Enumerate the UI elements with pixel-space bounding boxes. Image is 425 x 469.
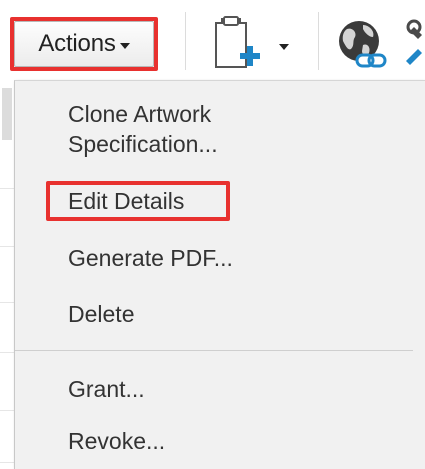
menu-item-label-line1: Clone Artwork [68, 101, 212, 127]
new-document-button[interactable] [210, 15, 300, 73]
toolbar: Actions [0, 0, 425, 80]
menu-item-clone-artwork-specification[interactable]: Clone Artwork Specification... [68, 99, 218, 159]
menu-item-revoke[interactable]: Revoke... [68, 426, 165, 456]
row-line [0, 246, 14, 247]
toolbar-divider [318, 12, 319, 70]
menu-item-label: Generate PDF... [68, 245, 233, 271]
menu-divider [15, 350, 413, 351]
row-line [0, 302, 14, 303]
web-link-icon [339, 21, 387, 68]
menu-item-label: Delete [68, 301, 135, 327]
scroll-thumb [2, 88, 12, 140]
menu-item-label: Edit Details [68, 188, 185, 214]
partial-icon[interactable] [404, 15, 425, 75]
background-page-strip [0, 80, 14, 469]
menu-item-label-line2: Specification... [68, 131, 218, 157]
menu-item-generate-pdf[interactable]: Generate PDF... [68, 243, 233, 273]
web-link-button[interactable] [335, 15, 395, 75]
menu-item-delete[interactable]: Delete [68, 299, 134, 329]
actions-menu-button[interactable]: Actions [14, 21, 154, 67]
new-document-icon [215, 16, 260, 68]
menu-item-label: Revoke... [68, 428, 166, 454]
chevron-down-icon [279, 44, 289, 50]
menu-item-edit-details[interactable]: Edit Details [68, 186, 184, 216]
row-line [0, 462, 14, 463]
row-line [0, 188, 14, 189]
menu-item-label: Grant... [68, 376, 145, 402]
actions-label: Actions [38, 30, 116, 57]
toolbar-divider [185, 12, 186, 70]
menu-item-grant[interactable]: Grant... [68, 374, 145, 404]
chevron-down-icon [119, 42, 130, 49]
row-line [0, 410, 14, 411]
tool-icon [406, 19, 422, 65]
actions-dropdown-menu: Clone Artwork Specification... Edit Deta… [14, 80, 425, 469]
row-line [0, 352, 14, 353]
